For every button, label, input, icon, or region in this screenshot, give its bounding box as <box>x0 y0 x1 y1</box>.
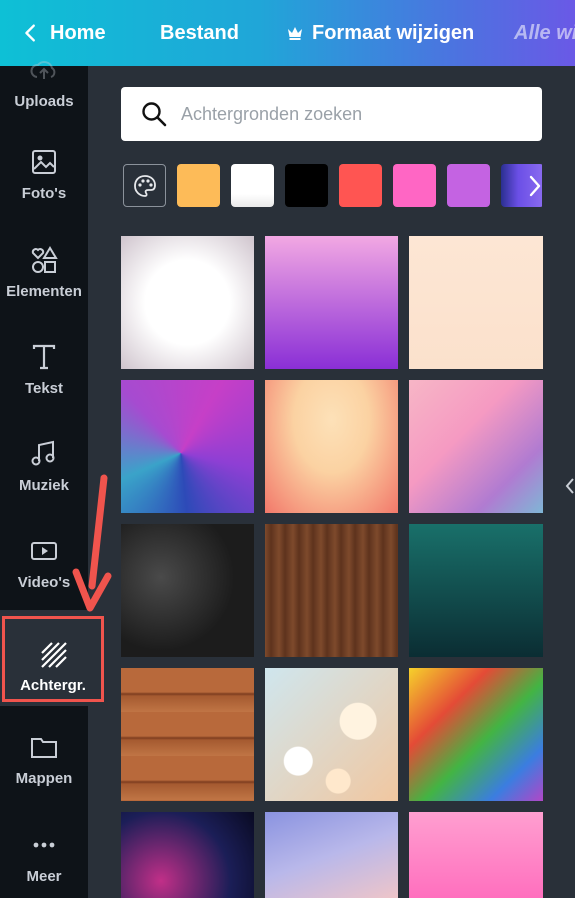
background-tile-pink-gradient[interactable] <box>409 812 543 898</box>
color-swatch[interactable] <box>285 164 328 207</box>
background-tile-pink-watercolor[interactable] <box>409 380 543 513</box>
sidebar-item-label: Achtergr. <box>20 677 86 694</box>
background-tile-pink-purple-gradient[interactable] <box>265 236 398 369</box>
background-tile-peach-plain[interactable] <box>409 236 543 369</box>
color-swatch[interactable] <box>447 164 490 207</box>
color-swatch[interactable] <box>393 164 436 207</box>
color-swatch[interactable] <box>177 164 220 207</box>
search-input[interactable] <box>181 103 521 125</box>
photo-icon <box>32 150 56 174</box>
sidebar-item-backgrounds[interactable]: Achtergr. <box>0 610 106 706</box>
file-label: Bestand <box>160 21 239 44</box>
sidebar-item-label: Tekst <box>24 380 64 397</box>
all-changes-status: Alle wij <box>514 0 575 66</box>
all-changes-label: Alle wij <box>514 21 575 44</box>
chevron-right-icon <box>529 175 541 196</box>
resize-label: Formaat wijzigen <box>312 21 475 44</box>
color-palette-button[interactable] <box>123 164 166 207</box>
search-icon <box>142 102 167 127</box>
file-menu-button[interactable]: Bestand <box>160 0 239 66</box>
text-icon <box>32 344 56 370</box>
background-tile-wood-planks[interactable] <box>121 668 254 801</box>
crown-icon <box>288 27 302 40</box>
sidebar-item-label: Meer <box>26 868 62 885</box>
sidebar-item-label: Elementen <box>6 283 82 300</box>
folder-icon <box>31 738 57 758</box>
search-box <box>121 87 542 141</box>
background-tile-rainbow-glitter[interactable] <box>409 668 543 801</box>
sidebar-item-folders[interactable]: Mappen <box>0 695 88 787</box>
sidebar-item-uploads[interactable]: Uploads <box>0 20 88 110</box>
background-tile-lavender-sky[interactable] <box>265 812 398 898</box>
color-swatch[interactable] <box>231 164 274 207</box>
collapse-panel-icon[interactable] <box>564 475 575 497</box>
background-tile-brown-wood[interactable] <box>265 524 398 657</box>
video-icon <box>31 542 57 560</box>
color-swatches <box>123 164 542 207</box>
background-tile-purple-blue-polygon[interactable] <box>121 380 254 513</box>
shapes-icon <box>31 246 58 273</box>
background-tile-black-marble[interactable] <box>121 524 254 657</box>
sidebar-item-label: Uploads <box>14 93 74 110</box>
sidebar-item-music[interactable]: Muziek <box>0 402 88 494</box>
color-swatch[interactable] <box>339 164 382 207</box>
background-tile-white-floral-petals[interactable] <box>121 236 254 369</box>
palette-icon <box>133 174 156 197</box>
sidebar-item-label: Muziek <box>18 477 69 494</box>
swatch-scroll-right-button[interactable] <box>525 164 545 207</box>
more-dots-icon <box>33 842 55 848</box>
background-tile-bokeh-lights[interactable] <box>265 668 398 801</box>
sidebar-item-more[interactable]: Meer <box>0 793 88 885</box>
sidebar-item-label: Foto's <box>21 185 67 202</box>
upload-icon <box>30 61 56 79</box>
music-icon <box>31 440 55 466</box>
background-tile-peach-orange-blur[interactable] <box>265 380 398 513</box>
sidebar-item-label: Mappen <box>15 770 73 787</box>
sidebar-item-photos[interactable]: Foto's <box>0 110 88 202</box>
background-tile-teal-gradient[interactable] <box>409 524 543 657</box>
sidebar-item-elements[interactable]: Elementen <box>0 208 88 300</box>
sidebar-item-label: Video's <box>17 574 71 591</box>
resize-button[interactable]: Formaat wijzigen <box>287 0 474 66</box>
background-tile-galaxy[interactable] <box>121 812 254 898</box>
sidebar-item-text[interactable]: Tekst <box>0 305 88 397</box>
background-stripes-icon <box>41 642 67 668</box>
sidebar-item-videos[interactable]: Video's <box>0 499 88 591</box>
